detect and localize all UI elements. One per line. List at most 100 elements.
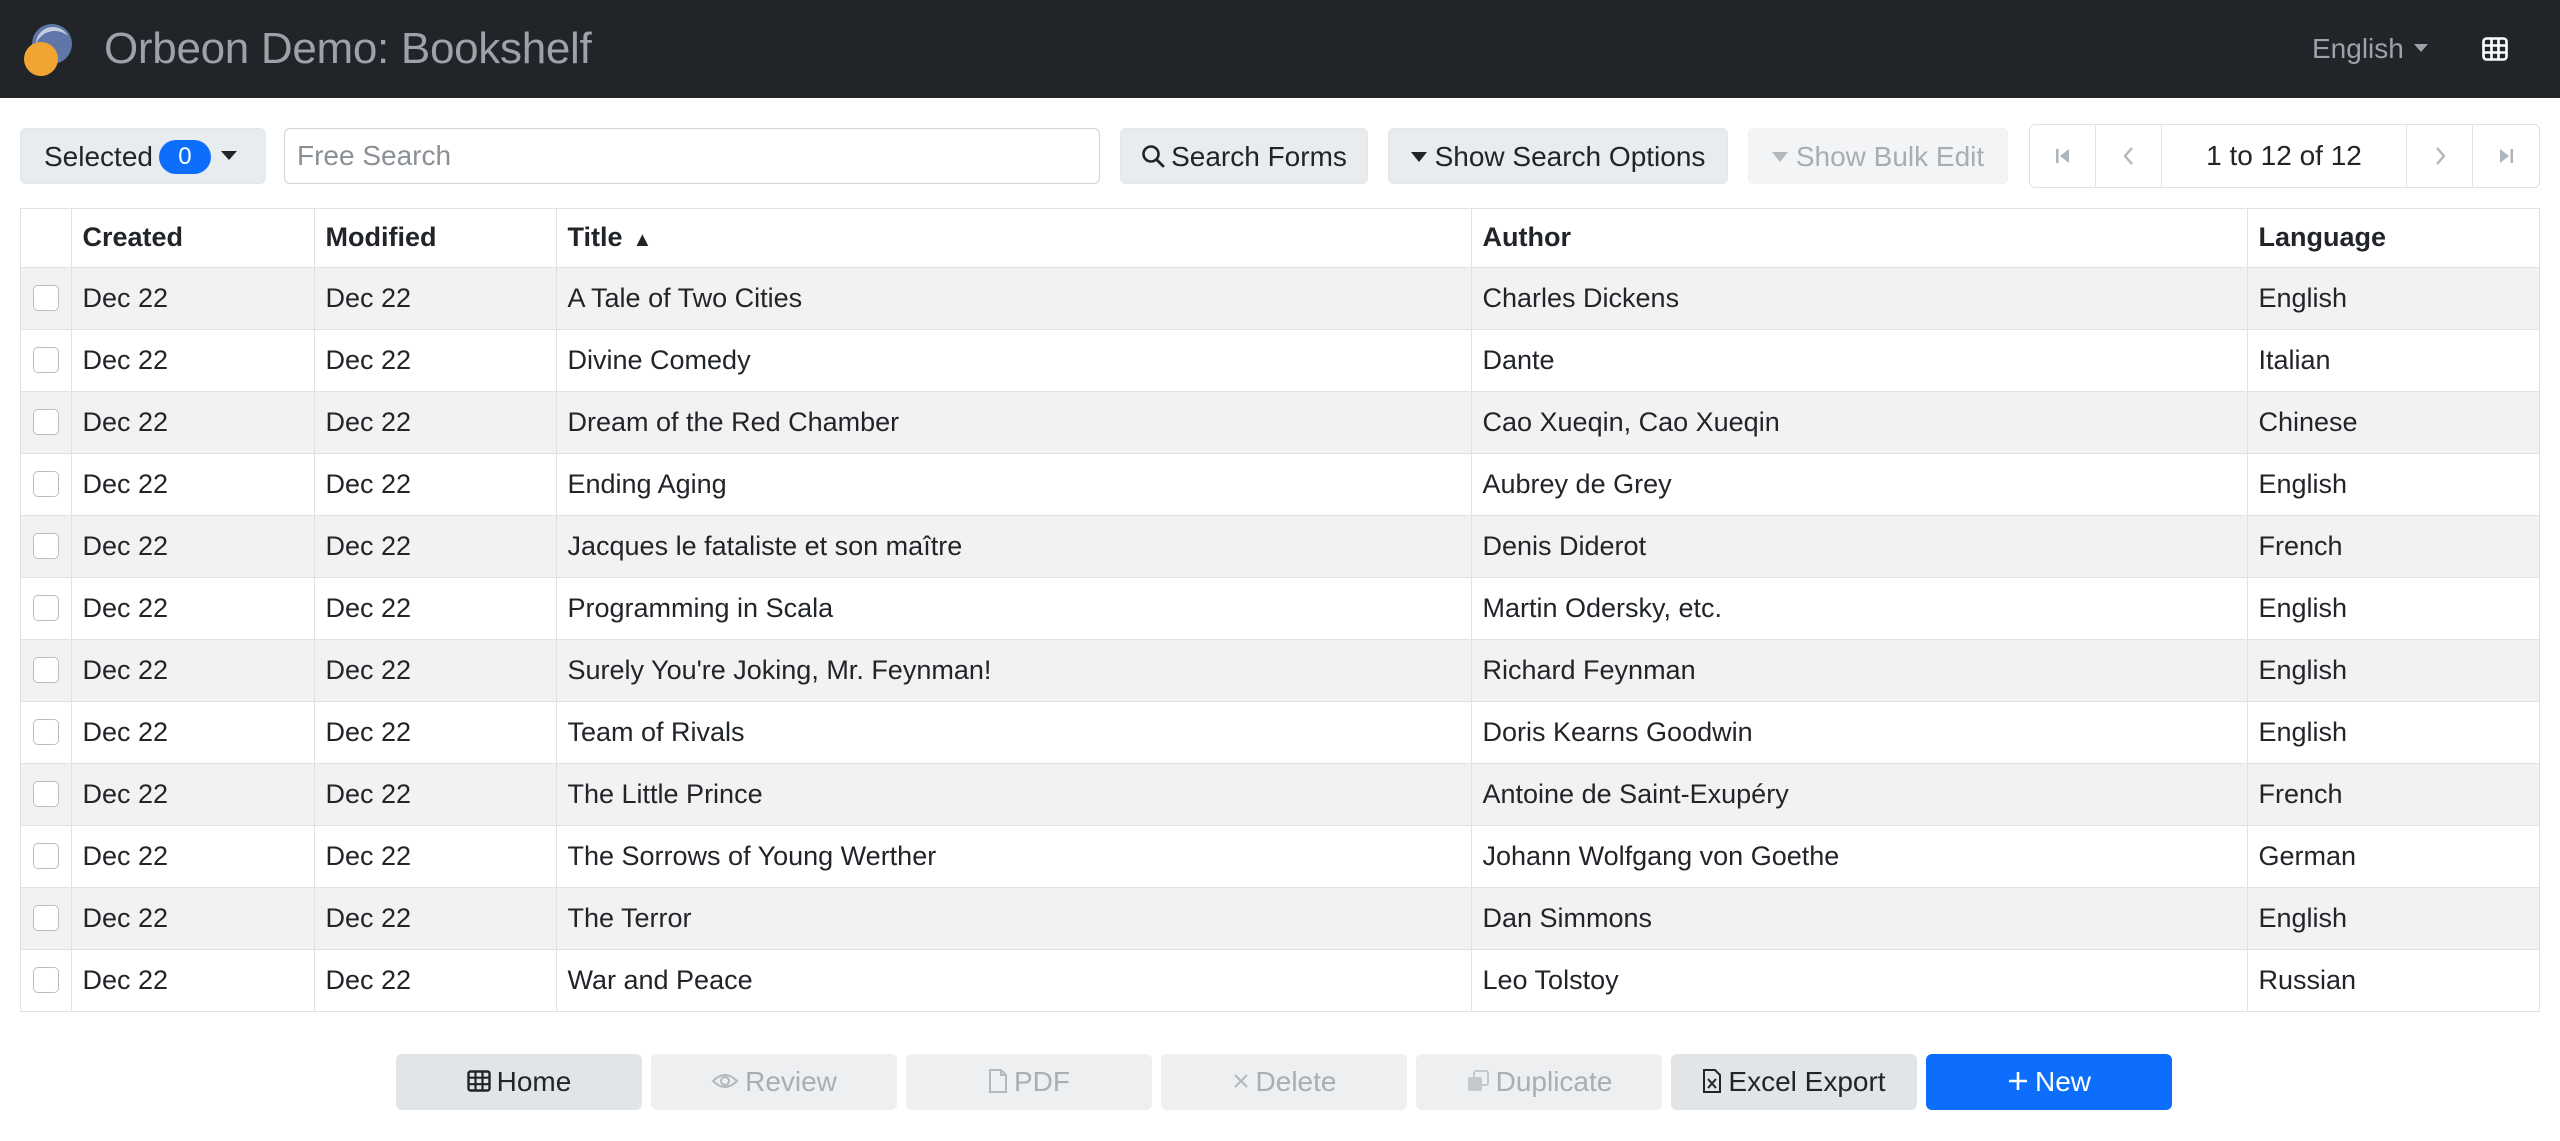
- cell-modified: Dec 22: [314, 515, 557, 578]
- next-page-button[interactable]: [2407, 125, 2473, 187]
- cell-modified: Dec 22: [314, 267, 557, 330]
- cell-created: Dec 22: [71, 267, 315, 330]
- last-page-button[interactable]: [2473, 125, 2539, 187]
- excel-export-button[interactable]: Excel Export: [1671, 1054, 1917, 1110]
- table-grid-icon[interactable]: [2482, 36, 2508, 62]
- row-checkbox[interactable]: [32, 533, 59, 559]
- close-icon: [1233, 1073, 1248, 1088]
- delete-button[interactable]: Delete: [1161, 1054, 1407, 1110]
- cell-language: English: [2247, 577, 2539, 640]
- row-checkbox[interactable]: [32, 595, 59, 621]
- home-label: Home: [496, 1066, 572, 1097]
- row-select-cell: [21, 949, 72, 1011]
- column-header-language[interactable]: Language: [2247, 209, 2539, 268]
- cell-language: French: [2247, 763, 2539, 826]
- cell-modified: Dec 22: [314, 949, 557, 1011]
- column-header-author[interactable]: Author: [1471, 209, 2248, 268]
- row-select-cell: [21, 577, 72, 640]
- cell-language: French: [2247, 515, 2539, 578]
- show-search-options-button[interactable]: Show Search Options: [1388, 128, 1728, 184]
- cell-title: Divine Comedy: [556, 329, 1472, 392]
- table-row[interactable]: Dec 22 Dec 22 Dream of the Red Chamber Cao …: [21, 391, 2539, 454]
- table-row[interactable]: Dec 22 Dec 22 The Little Prince Antoine de …: [21, 763, 2539, 826]
- selected-label: Selected: [44, 141, 153, 172]
- table-row[interactable]: Dec 22 Dec 22 The Sorrows of Young Werther…: [21, 825, 2539, 888]
- new-button[interactable]: New: [1926, 1054, 2172, 1110]
- cell-created: Dec 22: [71, 329, 315, 392]
- home-button[interactable]: Home: [396, 1054, 642, 1110]
- skip-start-icon: [2055, 149, 2069, 163]
- row-select-cell: [21, 267, 72, 330]
- free-search-input[interactable]: [284, 128, 1100, 184]
- language-dropdown[interactable]: English: [2312, 30, 2428, 68]
- table-row[interactable]: Dec 22 Dec 22 Programming in Scala Martin O…: [21, 577, 2539, 640]
- cell-title: A Tale of Two Cities: [556, 267, 1472, 330]
- table-row[interactable]: Dec 22 Dec 22 Team of Rivals Doris Kearns G…: [21, 701, 2539, 764]
- row-select-cell: [21, 391, 72, 454]
- pdf-button[interactable]: PDF: [906, 1054, 1152, 1110]
- table-row[interactable]: Dec 22 Dec 22 The Terror Dan Simmons English: [21, 887, 2539, 950]
- cell-title: Jacques le fataliste et son maître: [556, 515, 1472, 578]
- row-checkbox[interactable]: [32, 905, 59, 931]
- column-header-modified[interactable]: Modified: [314, 209, 557, 268]
- cell-created: Dec 22: [71, 887, 315, 950]
- row-select-cell: [21, 887, 72, 950]
- previous-page-button[interactable]: [2096, 125, 2162, 187]
- row-select-cell: [21, 639, 72, 702]
- cell-language: English: [2247, 453, 2539, 516]
- row-select-cell: [21, 763, 72, 826]
- selected-dropdown-button[interactable]: Selected 0: [20, 128, 266, 184]
- show-bulk-edit-button[interactable]: Show Bulk Edit: [1748, 128, 2008, 184]
- cell-modified: Dec 22: [314, 577, 557, 640]
- chevron-right-icon: [2435, 147, 2446, 165]
- cell-title: Ending Aging: [556, 453, 1472, 516]
- eye-icon: [711, 1073, 739, 1088]
- row-checkbox[interactable]: [32, 967, 59, 994]
- pagination: 1 to 12 of 12: [2029, 124, 2540, 188]
- row-checkbox[interactable]: [32, 719, 59, 745]
- cell-language: Italian: [2247, 329, 2539, 392]
- column-header-title[interactable]: Title ▲: [556, 209, 1472, 268]
- column-header-created[interactable]: Created: [71, 209, 315, 268]
- cell-created: Dec 22: [71, 391, 315, 454]
- table-row[interactable]: Dec 22 Dec 22 A Tale of Two Cities Charles …: [21, 267, 2539, 330]
- cell-created: Dec 22: [71, 763, 315, 826]
- app-title: Orbeon Demo: Bookshelf: [104, 24, 592, 73]
- cell-language: English: [2247, 639, 2539, 702]
- first-page-button[interactable]: [2030, 125, 2096, 187]
- table-grid-icon: [466, 1069, 491, 1092]
- row-checkbox[interactable]: [32, 781, 59, 807]
- chevron-down-icon: [2413, 43, 2428, 52]
- cell-language: German: [2247, 825, 2539, 888]
- row-checkbox[interactable]: [32, 657, 59, 683]
- cell-modified: Dec 22: [314, 763, 557, 826]
- table-row[interactable]: Dec 22 Dec 22 Surely You're Joking, Mr. Fe…: [21, 639, 2539, 702]
- cell-created: Dec 22: [71, 515, 315, 578]
- show-search-options-label: Show Search Options: [1434, 141, 1706, 172]
- row-checkbox[interactable]: [32, 471, 59, 497]
- cell-modified: Dec 22: [314, 825, 557, 888]
- review-button[interactable]: Review: [651, 1054, 897, 1110]
- row-checkbox[interactable]: [32, 285, 59, 311]
- table-row[interactable]: Dec 22 Dec 22 Divine Comedy Dante Italian: [21, 329, 2539, 392]
- row-checkbox[interactable]: [32, 347, 59, 373]
- duplicate-button[interactable]: Duplicate: [1416, 1054, 1662, 1110]
- table-header-row: Created Modified Title ▲ Author Language: [21, 209, 2539, 268]
- copy-icon: [1467, 1069, 1489, 1091]
- review-label: Review: [745, 1066, 837, 1097]
- cell-language: Chinese: [2247, 391, 2539, 454]
- table-row[interactable]: Dec 22 Dec 22 Ending Aging Aubrey de Grey En…: [21, 453, 2539, 516]
- cell-author: Richard Feynman: [1471, 639, 2248, 702]
- row-checkbox[interactable]: [32, 843, 59, 869]
- cell-title: War and Peace: [556, 949, 1472, 1011]
- chevron-down-icon: [220, 151, 237, 161]
- orbeon-logo[interactable]: [22, 20, 76, 78]
- cell-author: Johann Wolfgang von Goethe: [1471, 825, 2248, 888]
- table-row[interactable]: Dec 22 Dec 22 Jacques le fataliste et son …: [21, 515, 2539, 578]
- row-checkbox[interactable]: [32, 409, 59, 435]
- plus-icon: [2008, 1071, 2027, 1090]
- cell-language: Russian: [2258, 964, 2357, 995]
- cell-author: Martin Odersky, etc.: [1471, 577, 2248, 640]
- table-row[interactable]: Dec 22 Dec 22 War and Peace Leo Tolstoy Russ…: [21, 949, 2539, 1011]
- search-forms-button[interactable]: Search Forms: [1120, 128, 1368, 184]
